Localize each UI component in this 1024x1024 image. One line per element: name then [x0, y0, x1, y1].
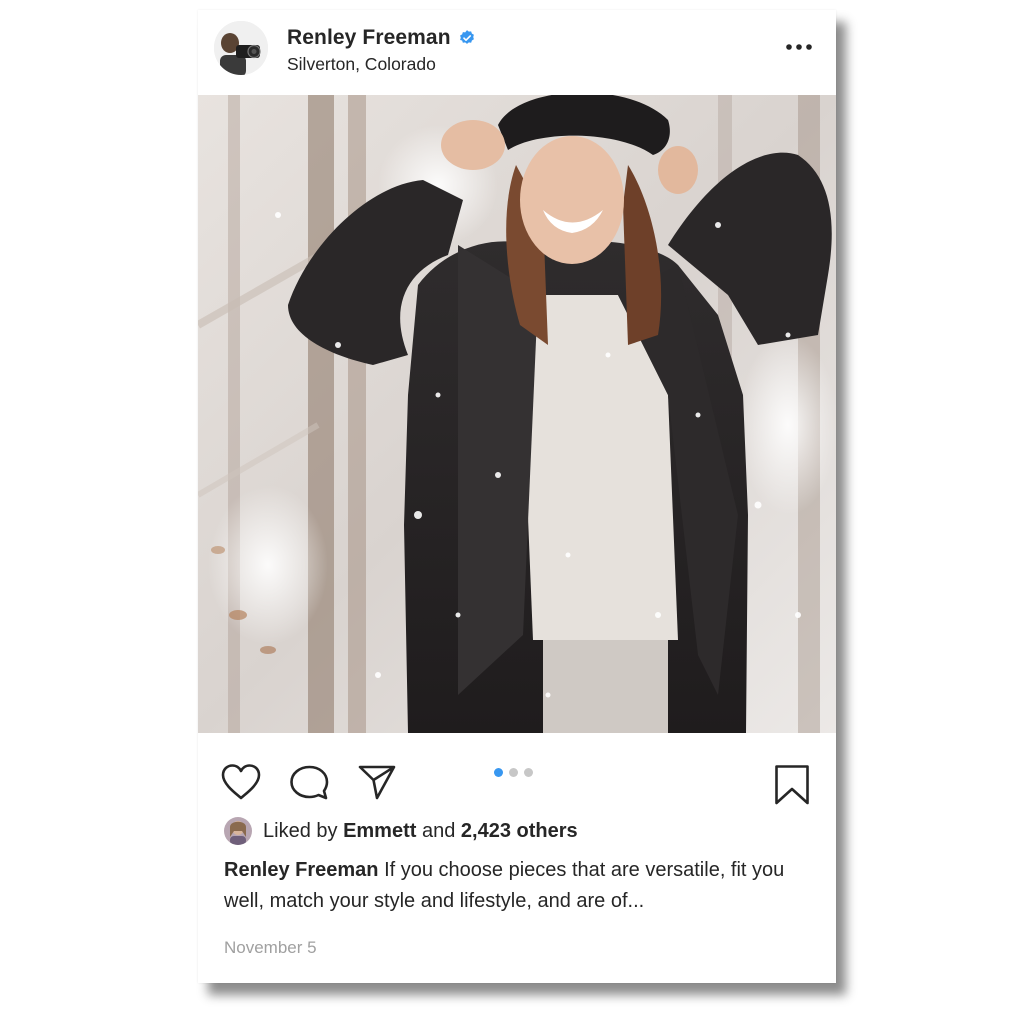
- caption-author[interactable]: Renley Freeman: [224, 859, 379, 881]
- bookmark-icon[interactable]: [774, 764, 810, 806]
- more-horizontal-icon[interactable]: [784, 40, 814, 54]
- heart-icon[interactable]: [220, 763, 262, 801]
- author-avatar[interactable]: [214, 21, 268, 75]
- post-photo[interactable]: [198, 95, 836, 733]
- username-row: Renley Freeman: [287, 25, 476, 51]
- post-caption: Renley Freeman If you choose pieces that…: [224, 855, 814, 917]
- likes-prefix: Liked by: [263, 819, 338, 842]
- likes-count[interactable]: 2,423 others: [461, 820, 578, 842]
- carousel-indicator: [494, 768, 533, 777]
- carousel-dot-1[interactable]: [494, 768, 503, 777]
- carousel-dot-3[interactable]: [524, 768, 533, 777]
- likes-row: Liked by Emmett and 2,423 others: [224, 816, 578, 846]
- post-header: Renley Freeman Silverton, Colorado: [198, 10, 836, 95]
- liker-username[interactable]: Emmett: [343, 820, 416, 842]
- liker-avatar[interactable]: [224, 817, 252, 845]
- post-username[interactable]: Renley Freeman: [287, 26, 451, 50]
- action-bar: [198, 733, 836, 813]
- likes-text: Liked by Emmett and 2,423 others: [263, 820, 578, 843]
- carousel-dot-2[interactable]: [509, 768, 518, 777]
- post-card: Renley Freeman Silverton, Colorado Liked…: [198, 10, 836, 983]
- verified-badge-icon: [459, 30, 474, 44]
- post-location[interactable]: Silverton, Colorado: [287, 54, 436, 75]
- paper-plane-icon[interactable]: [357, 763, 397, 801]
- comment-icon[interactable]: [289, 764, 329, 802]
- post-date: November 5: [224, 938, 317, 957]
- likes-connector: and: [421, 819, 456, 842]
